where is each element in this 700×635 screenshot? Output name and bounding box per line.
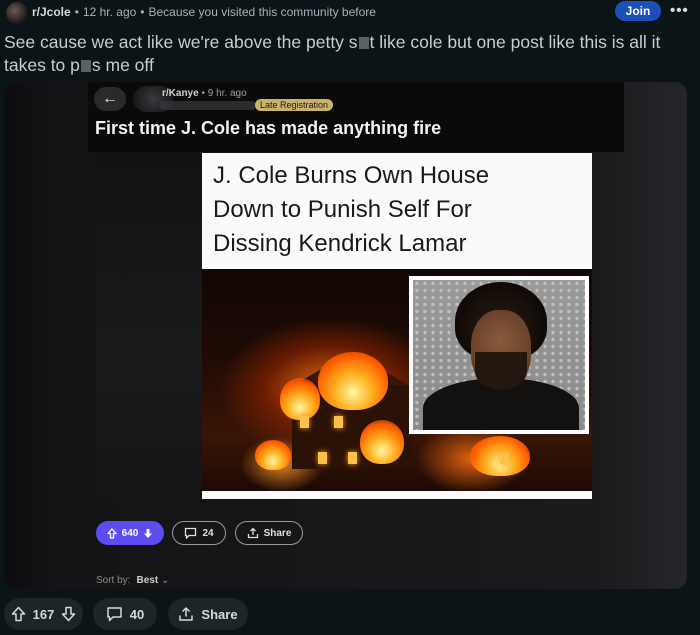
comment-icon (106, 606, 123, 622)
embed-vote-count: 640 (121, 527, 139, 539)
vote-bar: 167 (4, 598, 83, 630)
join-button[interactable]: Join (615, 1, 661, 21)
headline-line: Down to Punish Self For (213, 196, 472, 223)
share-icon (178, 606, 194, 622)
subreddit-link[interactable]: r/Jcole (32, 5, 71, 19)
share-button[interactable]: Share (168, 598, 248, 630)
flair-badge: Late Registration (255, 99, 334, 111)
sort-by: Sort by: Best ⌄ (96, 575, 169, 586)
chevron-down-icon: ⌄ (160, 575, 170, 586)
post-age: 12 hr. ago (82, 5, 137, 19)
flame (255, 440, 291, 470)
upvote-icon (106, 527, 117, 539)
headline-line: J. Cole Burns Own House (213, 162, 490, 189)
window-glow (318, 452, 327, 464)
flame (280, 378, 320, 420)
sort-value: Best (136, 575, 159, 586)
flame (360, 420, 404, 464)
share-icon (247, 527, 259, 539)
embed-comments-pill: 24 (172, 521, 226, 545)
recommendation-reason: Because you visited this community befor… (148, 5, 376, 19)
sort-label: Sort by: (96, 575, 131, 586)
subreddit-avatar[interactable] (6, 2, 28, 24)
censor-block (358, 37, 369, 50)
vote-count: 167 (32, 606, 55, 622)
person-beard (475, 352, 527, 390)
window-glow (334, 416, 343, 428)
share-label: Share (201, 606, 238, 622)
blurred-username (160, 101, 256, 110)
censor-block (80, 60, 91, 73)
embed-subreddit: r/Kanye (162, 88, 199, 99)
embed-share-pill: Share (235, 521, 303, 545)
back-arrow-icon: ← (94, 87, 126, 111)
downvote-button[interactable] (61, 606, 76, 622)
headline-box: J. Cole Burns Own House Down to Punish S… (202, 153, 592, 269)
comment-count: 40 (129, 606, 145, 622)
portrait-photo (409, 276, 589, 434)
post-title[interactable]: See cause we act like we're above the pe… (4, 31, 696, 77)
upvote-button[interactable] (11, 606, 26, 622)
embed-share-label: Share (263, 527, 292, 539)
headline-line: Dissing Kendrick Lamar (213, 230, 467, 257)
flame (318, 352, 388, 410)
embed-comment-count: 24 (202, 527, 214, 539)
comment-icon (184, 527, 197, 539)
media-side-panel (96, 153, 202, 499)
comments-button[interactable]: 40 (93, 598, 157, 630)
window-glow (348, 452, 357, 464)
more-options-icon[interactable]: ••• (670, 2, 689, 19)
window-glow (300, 416, 309, 428)
downvote-icon (143, 528, 153, 539)
window-glow (500, 452, 509, 464)
embed-vote-pill: 640 (96, 521, 164, 545)
media-bottom-strip (202, 491, 592, 499)
post-meta: r/Jcole • 12 hr. ago • Because you visited t… (32, 5, 376, 19)
embed-title: First time J. Cole has made anything fir… (95, 118, 442, 138)
embed-age: 9 hr. ago (207, 88, 247, 99)
embed-meta: r/Kanye • 9 hr. ago (162, 88, 247, 99)
